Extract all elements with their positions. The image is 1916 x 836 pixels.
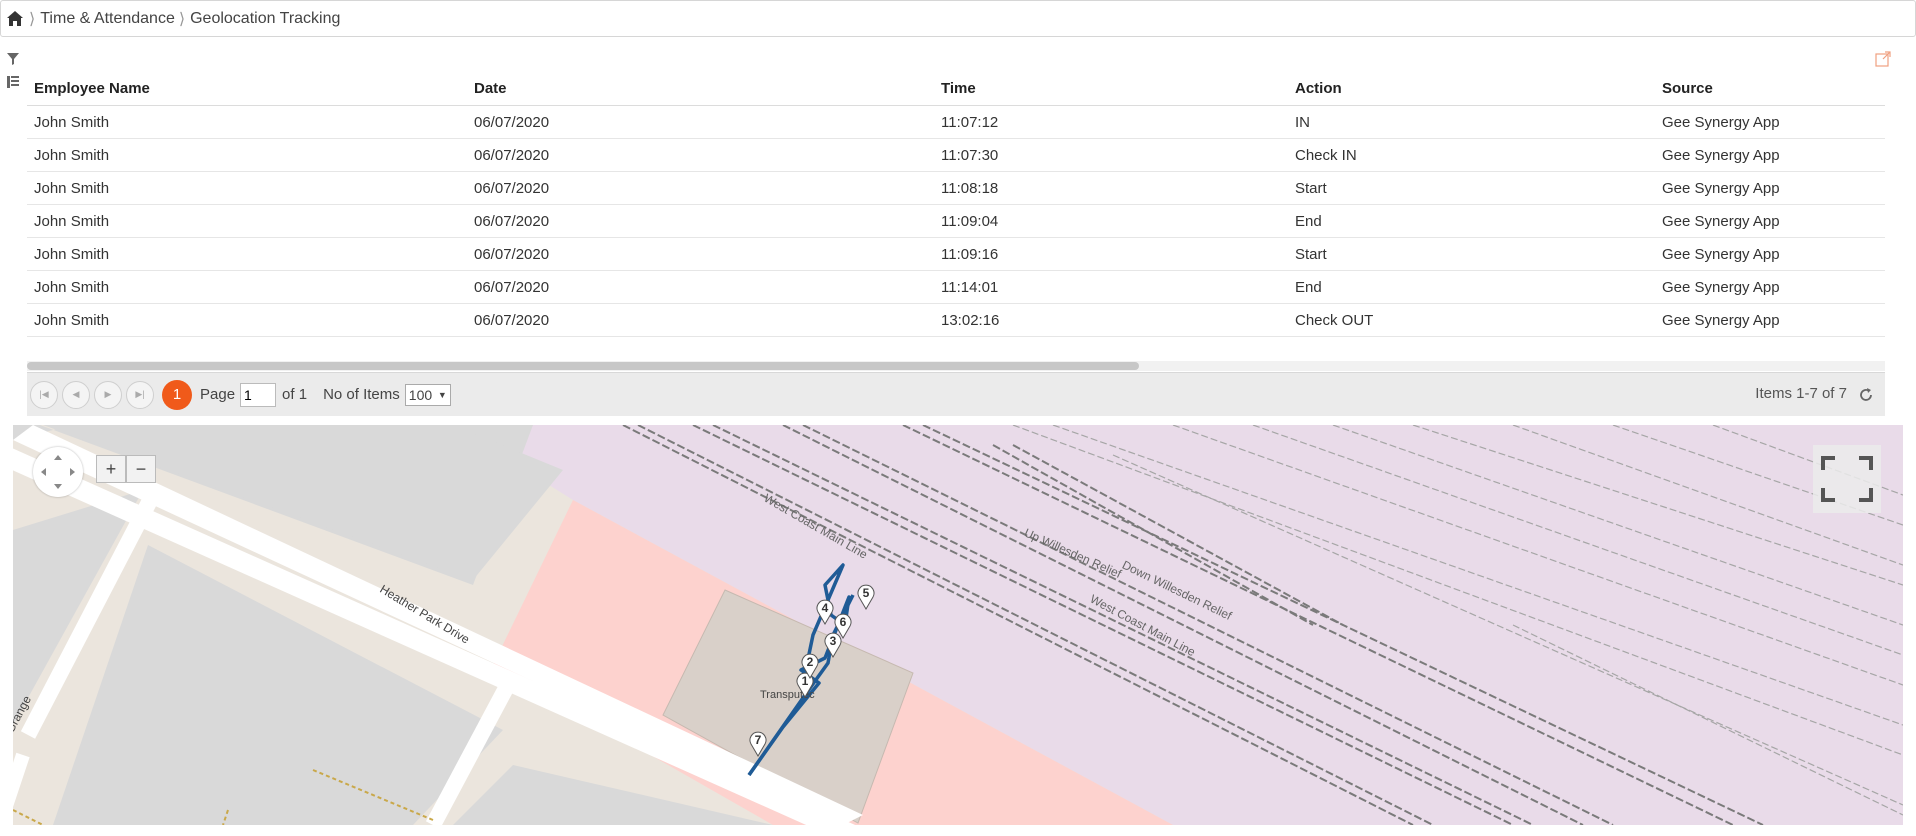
page-label: Page [200, 386, 236, 403]
geolocation-grid: Employee Name Date Time Action Source Jo… [27, 72, 1885, 337]
cell-employee-name: John Smith [34, 278, 110, 296]
items-per-page-label: No of Items [323, 386, 400, 403]
cell-time: 11:09:04 [941, 212, 999, 230]
column-header-employee-name[interactable]: Employee Name [27, 80, 467, 97]
grid-body: John Smith 06/07/2020 11:07:12 IN Gee Synerg… [27, 106, 1885, 337]
cell-employee-name: John Smith [34, 212, 110, 230]
cell-action: Start [1295, 179, 1327, 197]
pan-arrows-icon [41, 455, 75, 489]
cell-date: 06/07/2020 [474, 212, 550, 230]
current-page-button[interactable]: 1 [162, 379, 192, 410]
map-marker-7[interactable]: 7 [748, 731, 768, 757]
cell-source: Gee Synergy App [1662, 311, 1780, 329]
zoom-control: + − [96, 455, 156, 483]
cell-source: Gee Synergy App [1662, 146, 1780, 164]
map-view[interactable]: Heather Park Drive West Coast Main Line … [13, 425, 1903, 825]
filter-icon[interactable] [6, 52, 20, 66]
cell-action: End [1295, 212, 1322, 230]
page-size-select[interactable]: 100 ▼ [404, 383, 451, 406]
table-row[interactable]: John Smith 06/07/2020 11:08:18 Start Gee Syn… [27, 172, 1885, 205]
cell-time: 11:08:18 [941, 179, 999, 197]
page-count-label: of 1 [282, 386, 308, 403]
map-marker-4[interactable]: 4 [815, 599, 835, 625]
cell-action: End [1295, 278, 1322, 296]
breadcrumb-item-time-attendance[interactable]: Time & Attendance [40, 10, 175, 28]
cell-employee-name: John Smith [34, 113, 110, 131]
grid-header: Employee Name Date Time Action Source [27, 72, 1885, 106]
table-row[interactable]: John Smith 06/07/2020 11:09:04 End Gee Syner… [27, 205, 1885, 238]
column-header-date[interactable]: Date [467, 80, 934, 97]
cell-date: 06/07/2020 [474, 245, 550, 263]
cell-source: Gee Synergy App [1662, 212, 1780, 230]
cell-date: 06/07/2020 [474, 179, 550, 197]
map-marker-2[interactable]: 2 [800, 653, 820, 679]
cell-employee-name: John Smith [34, 179, 110, 197]
cell-source: Gee Synergy App [1662, 113, 1780, 131]
pager: |◀ ◀ ▶ ▶| 1 Page of 1 No of Items 100 ▼ … [27, 372, 1885, 416]
cell-action: Check IN [1295, 146, 1357, 164]
zoom-in-button[interactable]: + [96, 455, 126, 483]
cell-action: Check OUT [1295, 311, 1374, 329]
cell-source: Gee Synergy App [1662, 179, 1780, 197]
fullscreen-button[interactable] [1813, 445, 1881, 513]
cell-source: Gee Synergy App [1662, 278, 1780, 296]
breadcrumb-separator: ⟩ [29, 10, 36, 28]
previous-page-button[interactable]: ◀ [62, 380, 90, 409]
home-icon[interactable] [5, 9, 25, 29]
cell-employee-name: John Smith [34, 311, 110, 329]
map-marker-6[interactable]: 6 [833, 613, 853, 639]
cell-source: Gee Synergy App [1662, 245, 1780, 263]
cell-time: 11:09:16 [941, 245, 999, 263]
pan-control[interactable] [33, 447, 83, 497]
cell-date: 06/07/2020 [474, 146, 550, 164]
next-page-button[interactable]: ▶ [94, 380, 122, 409]
table-row[interactable]: John Smith 06/07/2020 11:09:16 Start Gee Syn… [27, 238, 1885, 271]
cell-time: 13:02:16 [941, 311, 1000, 329]
export-icon[interactable] [1874, 50, 1892, 68]
table-row[interactable]: John Smith 06/07/2020 13:02:16 Check OUT Gee… [27, 304, 1885, 337]
cell-date: 06/07/2020 [474, 311, 550, 329]
page-input[interactable] [240, 382, 277, 407]
cell-date: 06/07/2020 [474, 113, 550, 131]
horizontal-scrollbar[interactable] [27, 361, 1885, 371]
fullscreen-icon [1821, 456, 1873, 502]
table-row[interactable]: John Smith 06/07/2020 11:07:12 IN Gee Synerg… [27, 106, 1885, 139]
first-page-button[interactable]: |◀ [30, 380, 58, 409]
scrollbar-thumb[interactable] [27, 362, 1139, 370]
cell-date: 06/07/2020 [474, 278, 550, 296]
map-tiles [13, 425, 1903, 825]
cell-time: 11:14:01 [941, 278, 999, 296]
items-summary: Items 1-7 of 7 [1755, 385, 1847, 402]
table-row[interactable]: John Smith 06/07/2020 11:14:01 End Gee Syner… [27, 271, 1885, 304]
breadcrumb-item-geolocation-tracking: Geolocation Tracking [190, 9, 341, 27]
map-marker-5[interactable]: 5 [856, 584, 876, 610]
cell-time: 11:07:12 [941, 113, 999, 131]
table-row[interactable]: John Smith 06/07/2020 11:07:30 Check IN Gee … [27, 139, 1885, 172]
page-size-value: 100 [408, 386, 433, 403]
cell-action: IN [1295, 113, 1310, 131]
breadcrumb: ⟩ Time & Attendance ⟩ Geolocation Tracki… [0, 0, 1916, 37]
zoom-out-button[interactable]: − [126, 455, 156, 483]
column-chooser-icon[interactable] [6, 75, 20, 89]
column-header-source[interactable]: Source [1655, 80, 1885, 97]
cell-employee-name: John Smith [34, 245, 110, 263]
cell-employee-name: John Smith [34, 146, 110, 164]
column-header-action[interactable]: Action [1288, 80, 1655, 97]
column-header-time[interactable]: Time [934, 80, 1288, 97]
chevron-down-icon: ▼ [437, 389, 447, 400]
cell-time: 11:07:30 [941, 146, 999, 164]
cell-action: Start [1295, 245, 1327, 263]
refresh-icon[interactable] [1857, 386, 1875, 404]
breadcrumb-separator: ⟩ [178, 10, 186, 28]
last-page-button[interactable]: ▶| [126, 380, 154, 409]
